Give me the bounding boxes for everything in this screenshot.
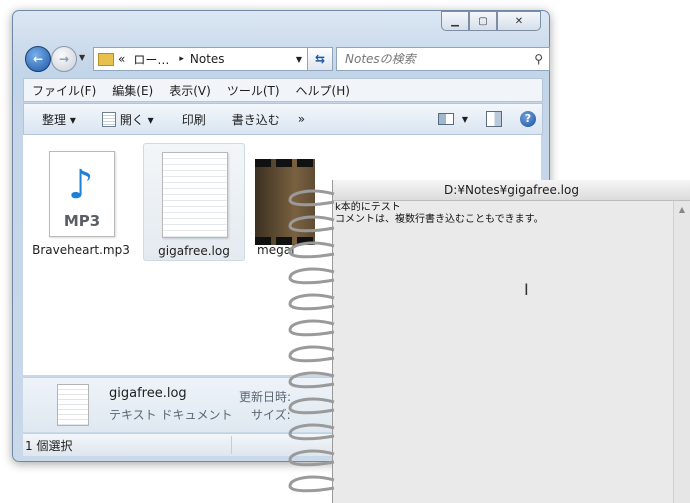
search-icon[interactable]: ⚲ xyxy=(534,52,543,66)
arrow-right-icon: → xyxy=(58,52,70,66)
status-divider xyxy=(231,436,232,454)
menu-edit[interactable]: 編集(E) xyxy=(104,82,161,99)
text-line: k本的にテスト xyxy=(335,202,401,213)
burn-label: 書き込む xyxy=(231,112,280,127)
recent-pages-dropdown[interactable]: ▼ xyxy=(79,53,85,62)
views-button[interactable]: ▼ xyxy=(429,113,477,125)
vertical-scrollbar[interactable]: ▲ xyxy=(673,201,690,503)
music-note-icon: ♪ xyxy=(68,162,94,208)
views-icon xyxy=(437,113,454,125)
refresh-icon: ⇆ xyxy=(314,52,326,66)
notepad-body: D:¥Notes¥gigafree.log k本的にテスト コメントは、複数行書… xyxy=(332,180,690,503)
close-button[interactable]: ✕ xyxy=(497,11,541,31)
print-label: 印刷 xyxy=(181,112,206,127)
chevron-down-icon[interactable]: ▼ xyxy=(296,55,302,64)
notepad-text-area[interactable]: k本的にテスト コメントは、複数行書き込むこともできます。 xyxy=(335,202,544,226)
address-box[interactable]: « ロー… ▸ Notes ▼ xyxy=(93,47,309,71)
open-button[interactable]: 開く ▾ xyxy=(93,111,163,128)
search-input[interactable] xyxy=(337,51,527,67)
text-file-icon xyxy=(162,152,228,238)
file-item[interactable]: ♪ MP3 Braveheart.mp3 xyxy=(31,143,131,259)
text-line: コメントは、複数行書き込むこともできます。 xyxy=(335,214,544,225)
organize-label: 整理 ▾ xyxy=(42,112,76,127)
preview-pane-icon xyxy=(486,111,502,127)
scroll-up-arrow-icon[interactable]: ▲ xyxy=(674,205,690,214)
menu-tools[interactable]: ツール(T) xyxy=(219,82,288,99)
organize-button[interactable]: 整理 ▾ xyxy=(24,111,85,128)
details-file-type: テキスト ドキュメント xyxy=(109,408,233,422)
breadcrumb-overflow[interactable]: « xyxy=(118,52,125,66)
maximize-button[interactable]: ▢ xyxy=(469,11,497,31)
mp3-badge: MP3 xyxy=(63,212,101,230)
breadcrumb-separator[interactable]: ▸ xyxy=(179,54,184,64)
mp3-file-icon: ♪ MP3 xyxy=(49,151,115,237)
details-file-name: gigafree.log xyxy=(109,386,187,401)
menu-help[interactable]: ヘルプ(H) xyxy=(288,82,358,99)
forward-button[interactable]: → xyxy=(51,46,77,72)
selection-count: 1 個選択 xyxy=(25,438,73,453)
notepad-title: D:¥Notes¥gigafree.log xyxy=(333,180,690,201)
notepad-window: D:¥Notes¥gigafree.log k本的にテスト コメントは、複数行書… xyxy=(282,180,690,503)
file-name: Braveheart.mp3 xyxy=(32,243,130,257)
more-commands-button[interactable]: » xyxy=(289,112,314,126)
preview-pane-button[interactable] xyxy=(477,111,511,127)
more-label: » xyxy=(297,112,306,126)
window-caption-buttons: ▁ ▢ ✕ xyxy=(441,11,541,31)
print-button[interactable]: 印刷 xyxy=(173,111,215,128)
menu-bar: ファイル(F) 編集(E) 表示(V) ツール(T) ヘルプ(H) xyxy=(23,78,543,102)
notepad-icon xyxy=(101,111,116,127)
folder-icon xyxy=(98,52,114,66)
menu-file[interactable]: ファイル(F) xyxy=(24,82,104,99)
chevron-down-icon: ▼ xyxy=(461,114,468,124)
address-bar: ← → ▼ « ロー… ▸ Notes ▼ ⇆ ⚲ xyxy=(23,45,550,73)
search-box: ⚲ xyxy=(336,47,550,71)
help-button[interactable]: ? xyxy=(511,111,542,127)
text-cursor-icon: I xyxy=(524,280,529,299)
minimize-button[interactable]: ▁ xyxy=(441,11,469,31)
back-button[interactable]: ← xyxy=(25,46,51,72)
open-label: 開く ▾ xyxy=(119,112,154,127)
arrow-left-icon: ← xyxy=(32,52,44,66)
burn-button[interactable]: 書き込む xyxy=(223,111,289,128)
spiral-binding xyxy=(288,189,335,493)
command-bar: 整理 ▾ 開く ▾ 印刷 書き込む » ▼ ? xyxy=(23,103,543,135)
breadcrumb-item[interactable]: ロー… xyxy=(133,51,169,68)
refresh-button[interactable]: ⇆ xyxy=(307,47,333,71)
text-file-icon xyxy=(57,384,89,426)
menu-view[interactable]: 表示(V) xyxy=(161,82,219,99)
help-icon: ? xyxy=(520,111,536,127)
file-name: gigafree.log xyxy=(158,244,230,258)
file-item-selected[interactable]: gigafree.log xyxy=(143,143,245,261)
breadcrumb-item-current[interactable]: Notes xyxy=(190,52,225,66)
